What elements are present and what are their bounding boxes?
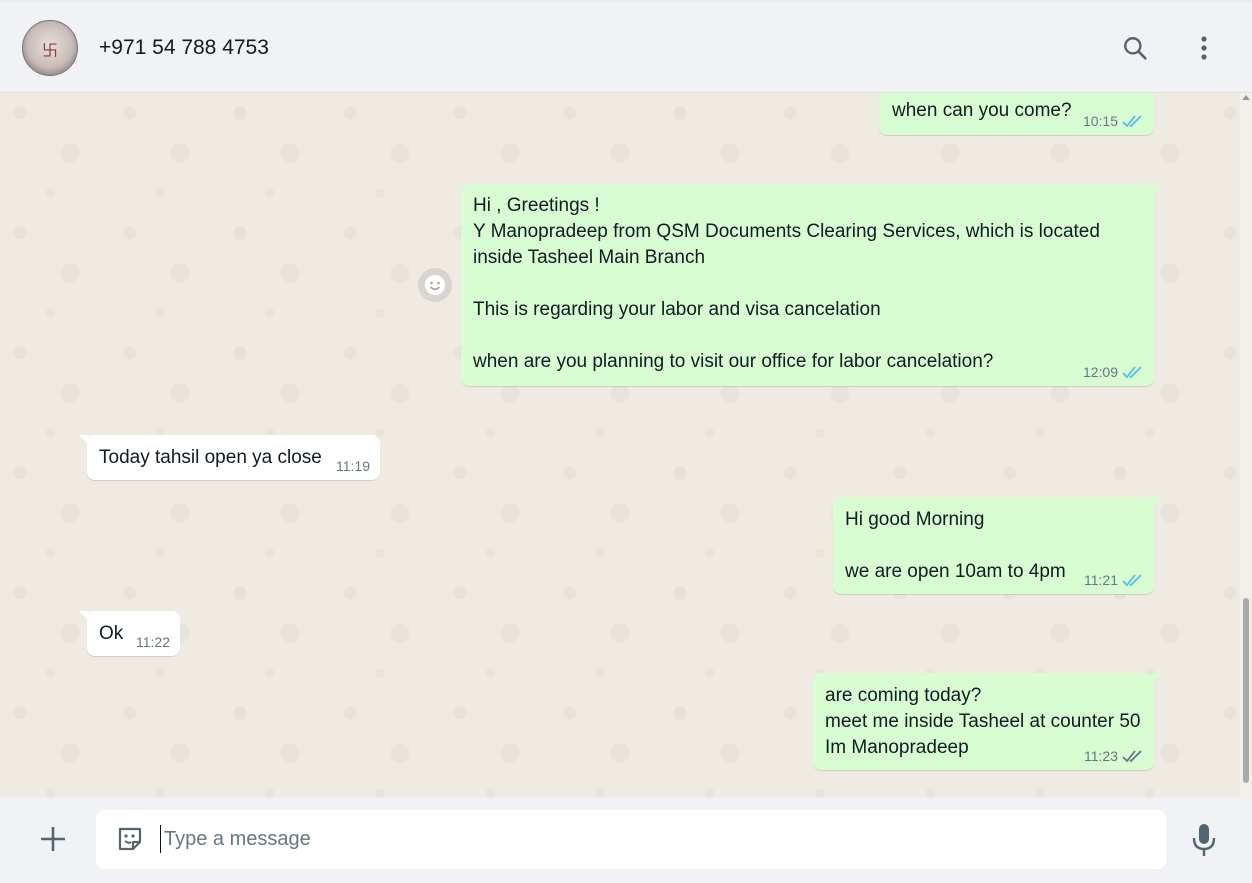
- message-time: 12:09: [1082, 364, 1118, 380]
- message-meta: 12:09: [1083, 364, 1144, 380]
- message-time: 11:23: [1084, 748, 1118, 764]
- sticker-icon: [118, 827, 142, 851]
- outgoing-message[interactable]: are coming today? meet me inside Tasheel…: [813, 673, 1162, 770]
- read-ticks-icon: [1122, 366, 1142, 379]
- message-composer: [0, 798, 1252, 883]
- message-meta: 11:23: [1084, 748, 1144, 764]
- more-options-button[interactable]: [1187, 31, 1221, 65]
- contact-avatar[interactable]: 卐: [22, 20, 78, 76]
- message-meta: 11:19: [336, 458, 370, 474]
- outgoing-message[interactable]: when can you come? 10:15: [879, 93, 1154, 135]
- delivered-ticks-icon: [1122, 750, 1142, 763]
- plus-icon: [41, 827, 65, 851]
- attach-button[interactable]: [36, 822, 70, 856]
- message-meta: 11:22: [136, 634, 170, 650]
- message-meta: 11:21: [1084, 572, 1144, 588]
- text-caret: [160, 825, 161, 853]
- read-ticks-icon: [1122, 574, 1142, 587]
- outgoing-message[interactable]: Hi good Morning we are open 10am to 4pm …: [833, 497, 1162, 594]
- chat-scrollbar[interactable]: [1240, 93, 1252, 798]
- message-list[interactable]: when can you come? 10:15 Hi , Greetings …: [0, 93, 1240, 798]
- read-ticks-icon: [1122, 115, 1142, 128]
- search-icon: [1124, 37, 1147, 60]
- contact-name[interactable]: +971 54 788 4753: [99, 36, 269, 60]
- react-button[interactable]: [418, 268, 452, 302]
- message-input[interactable]: [164, 820, 1144, 858]
- voice-message-button[interactable]: [1187, 822, 1221, 858]
- message-time: 11:22: [136, 634, 170, 650]
- message-time: 11:21: [1084, 572, 1118, 588]
- message-time: 10:15: [1082, 113, 1118, 129]
- message-text: Hi , Greetings ! Y Manopradeep from QSM …: [473, 195, 1100, 372]
- outgoing-message[interactable]: Hi , Greetings ! Y Manopradeep from QSM …: [461, 184, 1162, 386]
- avatar-image-icon: 卐: [42, 41, 59, 60]
- emoji-react-icon: [425, 275, 445, 295]
- incoming-message[interactable]: Today tahsil open ya close 11:19: [79, 435, 380, 480]
- message-input-box[interactable]: [96, 810, 1166, 869]
- scrollbar-thumb[interactable]: [1243, 598, 1249, 783]
- sticker-button[interactable]: [114, 823, 146, 855]
- message-meta: 10:15: [1083, 113, 1144, 129]
- scroll-up-arrow-icon[interactable]: [1242, 95, 1250, 100]
- more-vertical-icon: [1201, 36, 1207, 60]
- microphone-icon: [1192, 824, 1216, 856]
- message-time: 11:19: [336, 458, 370, 474]
- search-button[interactable]: [1118, 31, 1152, 65]
- incoming-message[interactable]: Ok 11:22: [79, 611, 180, 656]
- chat-header: 卐 +971 54 788 4753: [0, 0, 1252, 93]
